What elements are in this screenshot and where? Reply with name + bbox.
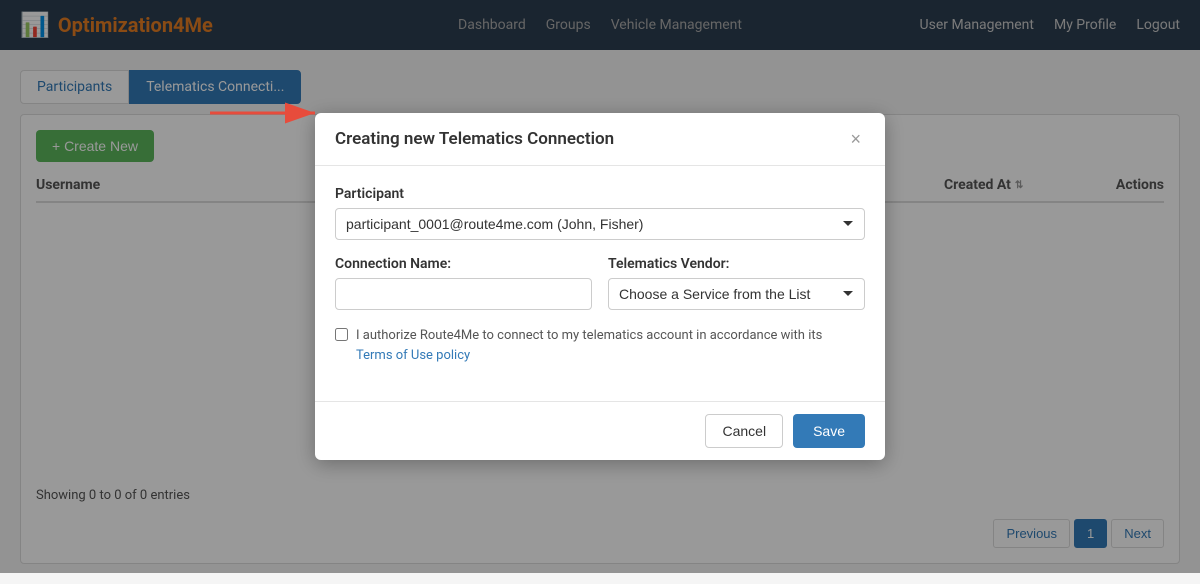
- participant-select[interactable]: participant_0001@route4me.com (John, Fis…: [335, 208, 865, 240]
- arrow-indicator: [200, 88, 330, 142]
- modal-close-button[interactable]: ×: [846, 130, 865, 148]
- auth-checkbox[interactable]: [335, 328, 348, 341]
- terms-link[interactable]: Terms of Use policy: [356, 348, 470, 363]
- connection-name-label: Connection Name:: [335, 256, 592, 272]
- save-button[interactable]: Save: [793, 414, 865, 448]
- auth-checkbox-label: I authorize Route4Me to connect to my te…: [356, 326, 822, 365]
- modal-header: Creating new Telematics Connection ×: [315, 113, 885, 166]
- connection-name-input[interactable]: [335, 278, 592, 310]
- vendor-group: Telematics Vendor: Choose a Service from…: [608, 256, 865, 310]
- vendor-label: Telematics Vendor:: [608, 256, 865, 272]
- modal-title: Creating new Telematics Connection: [335, 129, 614, 149]
- modal-footer: Cancel Save: [315, 401, 885, 460]
- participant-group: Participant participant_0001@route4me.co…: [335, 186, 865, 240]
- modal: Creating new Telematics Connection × Par…: [315, 113, 885, 460]
- auth-checkbox-group: I authorize Route4Me to connect to my te…: [335, 326, 865, 365]
- modal-body: Participant participant_0001@route4me.co…: [315, 166, 885, 401]
- connection-vendor-row: Connection Name: Telematics Vendor: Choo…: [335, 256, 865, 326]
- vendor-select[interactable]: Choose a Service from the List: [608, 278, 865, 310]
- modal-overlay[interactable]: Creating new Telematics Connection × Par…: [0, 0, 1200, 573]
- participant-label: Participant: [335, 186, 865, 202]
- cancel-button[interactable]: Cancel: [705, 414, 783, 448]
- connection-name-group: Connection Name:: [335, 256, 592, 310]
